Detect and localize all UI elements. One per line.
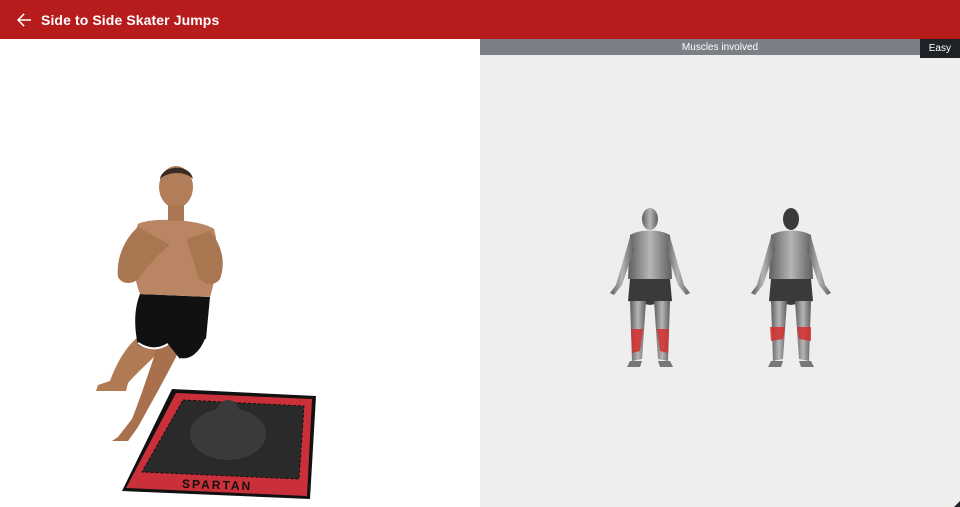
- corner-marker: [954, 501, 960, 507]
- calf-highlight-back-right: [797, 327, 811, 341]
- calf-highlight-back-left: [770, 327, 785, 341]
- body-back-view: [751, 208, 831, 367]
- muscles-panel: Muscles involved Easy: [480, 39, 960, 507]
- body-front-view: [610, 208, 690, 367]
- exercise-animation: SPARTAN: [0, 39, 480, 507]
- muscles-header: Muscles involved: [480, 39, 960, 55]
- back-button[interactable]: [7, 0, 41, 39]
- page-title: Side to Side Skater Jumps: [41, 11, 220, 28]
- calf-highlight-left: [631, 329, 643, 353]
- muscle-diagram: [610, 208, 831, 367]
- calf-highlight-right: [657, 329, 669, 353]
- difficulty-badge: Easy: [919, 39, 960, 58]
- arrow-back-icon: [17, 12, 31, 27]
- mat-label: SPARTAN: [182, 477, 253, 493]
- athlete-illustration: SPARTAN: [96, 166, 316, 499]
- app-bar: Side to Side Skater Jumps: [0, 0, 960, 39]
